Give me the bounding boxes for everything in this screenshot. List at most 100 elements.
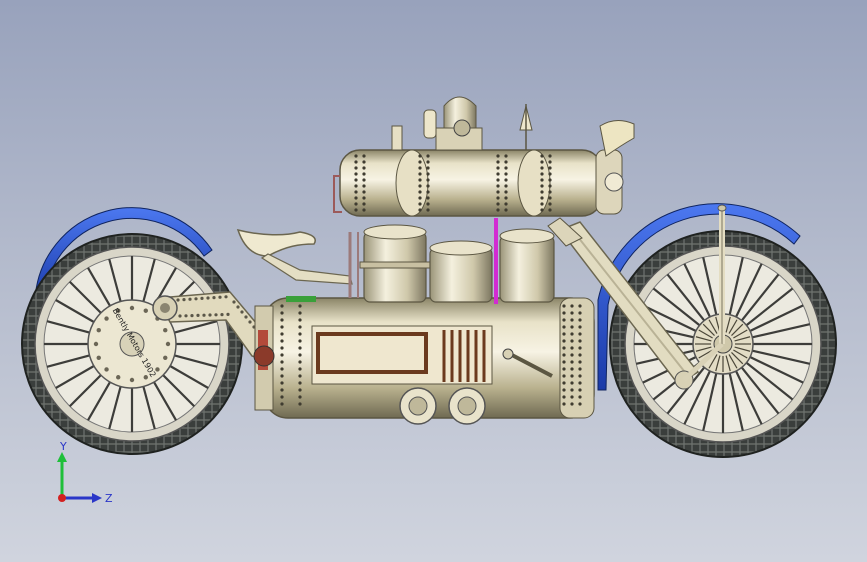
cad-graphics-area[interactable]: Bently Motors 1902 Y Z (0, 0, 867, 562)
rivet (504, 160, 508, 164)
rivet (418, 160, 422, 164)
rivet (426, 196, 430, 200)
green-coil (286, 296, 316, 302)
rivet (578, 311, 582, 315)
rivet (496, 190, 500, 194)
rivet (570, 325, 574, 329)
rivet (298, 374, 302, 378)
rivet (298, 402, 302, 406)
rivet (562, 311, 566, 315)
rivet (548, 154, 552, 158)
rivet (562, 346, 566, 350)
rivet (562, 374, 566, 378)
rivet (562, 325, 566, 329)
front-wheel[interactable] (597, 203, 837, 458)
rivet (548, 172, 552, 176)
rivet (578, 318, 582, 322)
rivet (354, 160, 358, 164)
rivet (298, 311, 302, 315)
rivet (418, 154, 422, 158)
rivet (298, 325, 302, 329)
rivet (362, 196, 366, 200)
hub-bolt (116, 375, 121, 380)
seat[interactable] (236, 228, 353, 285)
steam-motorcycle-model[interactable]: Bently Motors 1902 (0, 0, 867, 562)
rivet (426, 202, 430, 206)
rivet (418, 166, 422, 170)
rivet (354, 196, 358, 200)
rivet (426, 184, 430, 188)
rivet (570, 339, 574, 343)
rivet (496, 154, 500, 158)
rivet (298, 339, 302, 343)
rivet (298, 360, 302, 364)
rivet (354, 184, 358, 188)
rivet (496, 160, 500, 164)
rivet (298, 395, 302, 399)
rivet (496, 172, 500, 176)
rivet (570, 402, 574, 406)
rivet (280, 332, 284, 336)
rivet (548, 160, 552, 164)
rivet (548, 184, 552, 188)
rivet (280, 353, 284, 357)
rivet (280, 360, 284, 364)
y-axis-label: Y (59, 440, 67, 453)
rivet (354, 178, 358, 182)
rivet (578, 339, 582, 343)
rivet (362, 190, 366, 194)
rivet (540, 184, 544, 188)
rivet (504, 154, 508, 158)
rivet (578, 374, 582, 378)
rivet (504, 184, 508, 188)
rivet (562, 381, 566, 385)
hub-bolt (104, 316, 109, 321)
rivet (540, 202, 544, 206)
rivet (362, 178, 366, 182)
rivet (570, 381, 574, 385)
rivet (496, 208, 500, 212)
rivet (362, 160, 366, 164)
rivet (578, 367, 582, 371)
rivet (280, 402, 284, 406)
rivet (418, 172, 422, 176)
rivet (504, 166, 508, 170)
rivet (504, 208, 508, 212)
hub-bolt (129, 377, 135, 383)
rivet (570, 395, 574, 399)
hub-bolt (143, 308, 148, 313)
rivet (548, 178, 552, 182)
hub-bolt (104, 367, 109, 372)
rivet (354, 202, 358, 206)
rivet (496, 184, 500, 188)
rivet (362, 172, 366, 176)
rivet (562, 339, 566, 343)
cylinder-canisters[interactable] (348, 218, 555, 304)
hub-bolt (129, 305, 135, 311)
rivet (540, 154, 544, 158)
rivet (562, 395, 566, 399)
rivet (570, 304, 574, 308)
rivet (548, 196, 552, 200)
hub-bolt (96, 328, 101, 333)
rivet (280, 388, 284, 392)
rivet (280, 325, 284, 329)
rivet (570, 388, 574, 392)
rivet (280, 346, 284, 350)
rivet (496, 166, 500, 170)
rivet (280, 367, 284, 371)
hub-bolt (143, 375, 148, 380)
hub-bolt (96, 355, 101, 360)
rivet (362, 208, 366, 212)
rear-wheel[interactable]: Bently Motors 1902 (21, 207, 243, 455)
rivet (298, 346, 302, 350)
rivet (426, 208, 430, 212)
rivet (562, 304, 566, 308)
rivet (426, 166, 430, 170)
rivet (362, 166, 366, 170)
rivet (578, 332, 582, 336)
steam-dome[interactable] (391, 96, 635, 157)
rivet (280, 339, 284, 343)
rear-sprocket (253, 345, 275, 367)
rivet (548, 190, 552, 194)
